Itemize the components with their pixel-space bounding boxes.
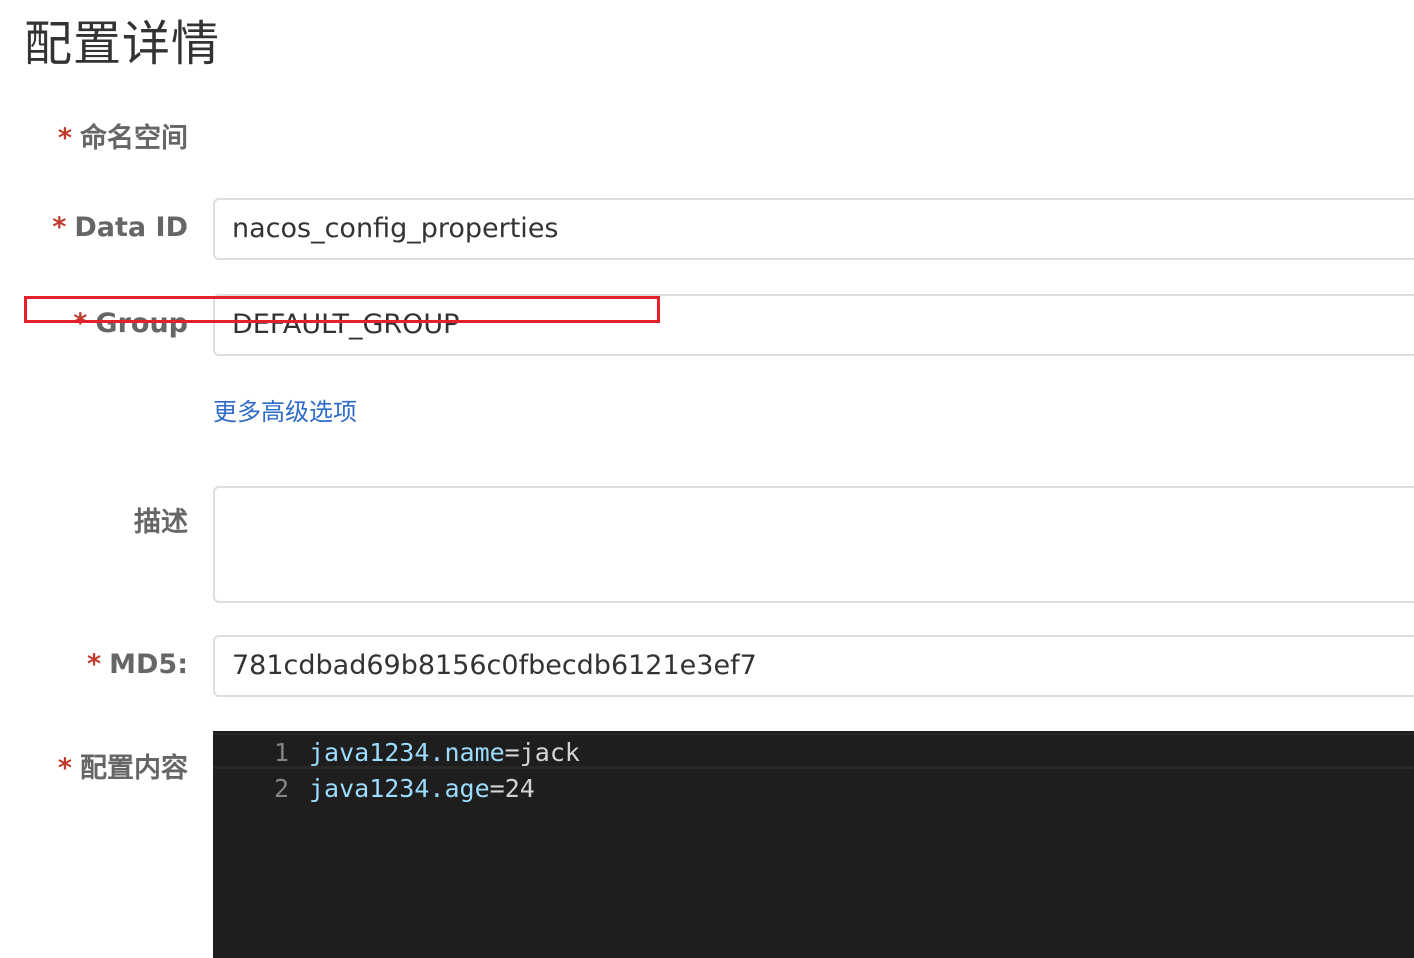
required-marker: * bbox=[57, 753, 72, 784]
md5-input[interactable]: 781cdbad69b8156c0fbecdb6121e3ef7 bbox=[213, 635, 1414, 697]
code-key: java1234.age bbox=[309, 774, 490, 803]
required-marker: * bbox=[57, 123, 72, 154]
code-text: java1234.name=jack bbox=[309, 735, 580, 771]
line-number: 1 bbox=[273, 738, 289, 767]
group-label-text: Group bbox=[95, 308, 188, 339]
md5-label-text: MD5: bbox=[109, 649, 188, 680]
required-marker: * bbox=[52, 212, 67, 243]
code-operator: = bbox=[489, 774, 505, 803]
editor-line[interactable]: 2 java1234.age=24 bbox=[213, 771, 1414, 807]
namespace-label-text: 命名空间 bbox=[80, 123, 188, 154]
data-id-label-text: Data ID bbox=[74, 212, 188, 243]
required-marker: * bbox=[87, 649, 102, 680]
md5-label: * MD5: bbox=[87, 649, 188, 680]
code-operator: = bbox=[504, 738, 520, 767]
line-number: 2 bbox=[273, 774, 289, 803]
code-text: java1234.age=24 bbox=[309, 771, 535, 807]
code-value: jack bbox=[519, 738, 580, 767]
group-input[interactable]: DEFAULT_GROUP bbox=[213, 294, 1414, 356]
content-label: * 配置内容 bbox=[58, 746, 188, 785]
required-marker: * bbox=[73, 308, 88, 339]
group-label: * Group bbox=[73, 308, 188, 339]
data-id-label: * Data ID bbox=[52, 212, 188, 243]
description-label-text: 描述 bbox=[134, 507, 188, 538]
data-id-input[interactable]: nacos_config_properties bbox=[213, 198, 1414, 260]
code-value: 24 bbox=[504, 774, 535, 803]
description-textarea[interactable] bbox=[213, 486, 1414, 603]
advanced-options-link[interactable]: 更多高级选项 bbox=[213, 392, 357, 427]
content-label-text: 配置内容 bbox=[80, 753, 188, 784]
description-label: 描述 bbox=[134, 500, 188, 539]
config-content-editor[interactable]: 1 java1234.name=jack 2 java1234.age=24 bbox=[213, 731, 1414, 958]
namespace-label: * 命名空间 bbox=[58, 116, 188, 155]
page-title: 配置详情 bbox=[24, 16, 221, 72]
editor-line[interactable]: 1 java1234.name=jack bbox=[213, 733, 1414, 769]
code-key: java1234.name bbox=[309, 738, 505, 767]
